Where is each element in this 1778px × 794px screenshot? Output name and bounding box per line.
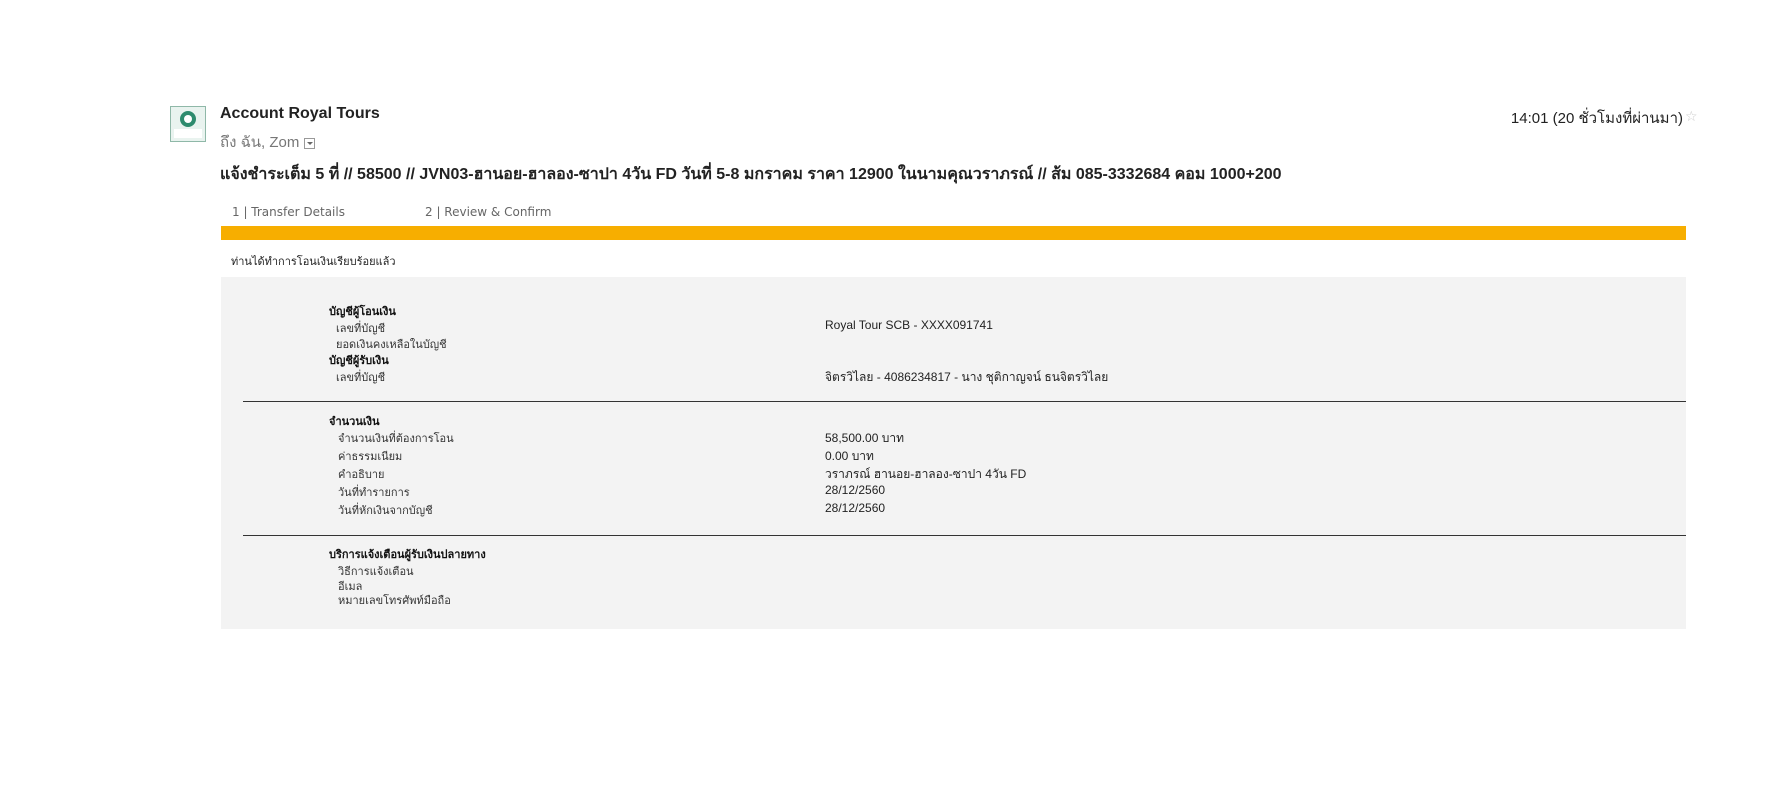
fee-value: 0.00 บาท xyxy=(825,449,874,463)
transfer-amount-label: จำนวนเงินที่ต้องการโอน xyxy=(338,432,454,445)
fee-label: ค่าธรรมเนียม xyxy=(338,450,403,463)
email-timestamp: 14:01 (20 ชั่วโมงที่ผ่านมา) xyxy=(1510,110,1683,127)
to-account-title: บัญชีผู้รับเงิน xyxy=(329,354,389,367)
progress-bar xyxy=(221,226,1686,240)
section-divider xyxy=(243,401,1686,402)
notify-title: บริการแจ้งเตือนผู้รับเงินปลายทาง xyxy=(329,548,486,561)
email-subject: แจ้งชำระเต็ม 5 ที่ // 58500 // JVN03-ฮาน… xyxy=(220,166,1282,183)
transaction-date-value: 28/12/2560 xyxy=(825,483,886,497)
description-label: คำอธิบาย xyxy=(338,468,385,481)
star-icon[interactable]: ☆ xyxy=(1685,108,1698,125)
transaction-date-label: วันที่ทำรายการ xyxy=(338,486,410,499)
amount-title: จำนวนเงิน xyxy=(329,415,380,428)
from-account-title: บัญชีผู้โอนเงิน xyxy=(329,305,396,318)
transfer-amount-value: 58,500.00 บาท xyxy=(825,431,904,445)
debit-date-value: 28/12/2560 xyxy=(825,501,886,515)
transfer-details-panel: บัญชีผู้โอนเงิน เลขที่บัญชี Royal Tour S… xyxy=(221,277,1686,629)
to-account-label: เลขที่บัญชี xyxy=(336,371,386,384)
to-account-value: จิตรวิไลย - 4086234817 - นาง ชุติกาญจน์ … xyxy=(825,370,1109,384)
royal-logo-icon xyxy=(171,107,205,141)
sender-name[interactable]: Account Royal Tours xyxy=(220,105,380,123)
notify-phone-label: หมายเลขโทรศัพท์มือถือ xyxy=(338,594,451,607)
recipients-dropdown-icon[interactable] xyxy=(304,137,316,149)
description-value: วราภรณ์ ฮานอย-ฮาลอง-ซาปา 4วัน FD xyxy=(825,467,1027,481)
step-review-confirm: 2 | Review & Confirm xyxy=(425,205,552,219)
recipients-text: ถึง ฉัน, Zom xyxy=(220,134,300,151)
status-message: ท่านได้ทำการโอนเงินเรียบร้อยแล้ว xyxy=(231,255,396,268)
recipients-line: ถึง ฉัน, Zom xyxy=(220,130,316,154)
debit-date-label: วันที่หักเงินจากบัญชี xyxy=(338,504,433,517)
section-divider xyxy=(243,535,1686,536)
step-transfer-details: 1 | Transfer Details xyxy=(232,205,345,219)
from-account-value: Royal Tour SCB - XXXX091741 xyxy=(825,318,993,332)
sender-avatar xyxy=(170,106,206,142)
